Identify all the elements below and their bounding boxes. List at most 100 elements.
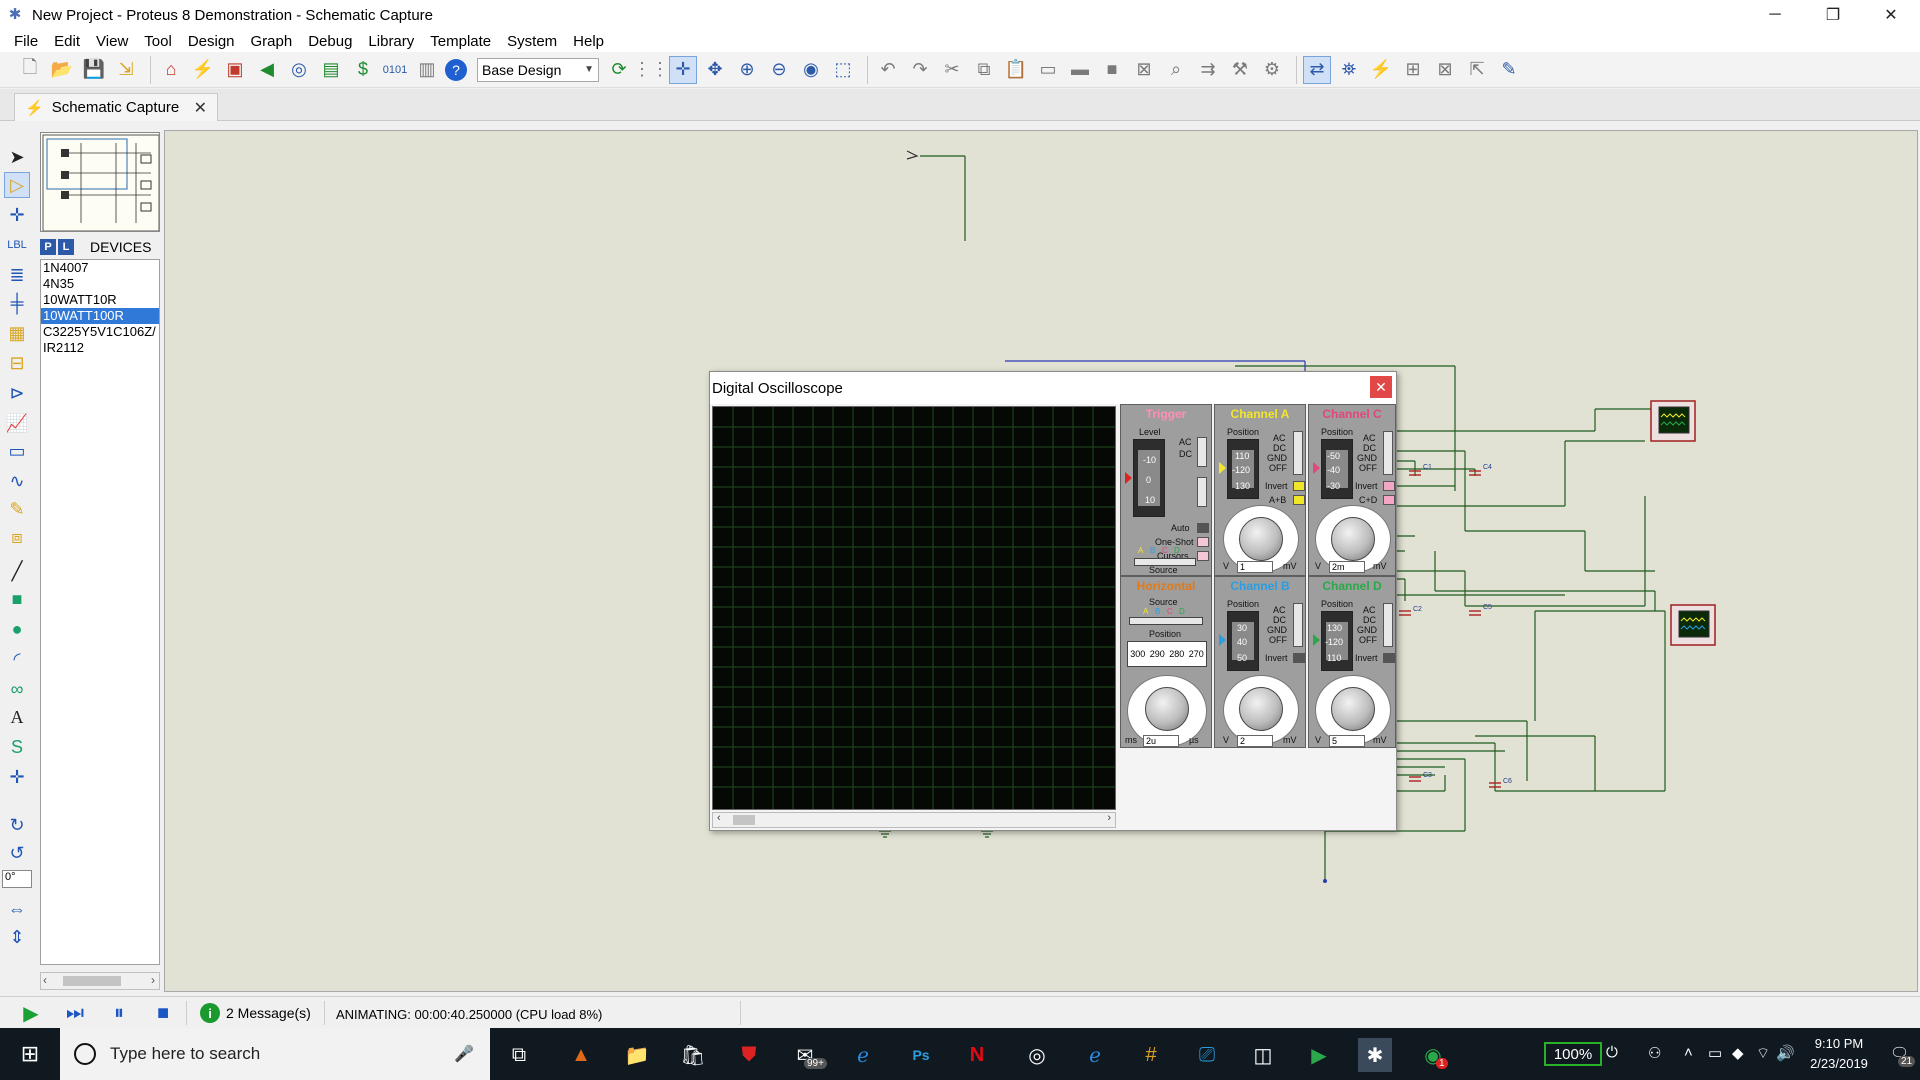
channel-a-coupling-switch[interactable] (1293, 431, 1303, 475)
app-icon[interactable]: ◫ (1246, 1038, 1280, 1072)
zoom-area-icon[interactable]: ⬚ (829, 56, 857, 84)
redo-icon[interactable]: ↷ (906, 56, 934, 84)
taskbar-search-box[interactable]: Type here to search 🎤 (60, 1028, 490, 1080)
menu-help[interactable]: Help (565, 33, 612, 50)
open-folder-icon[interactable]: 📂 (48, 56, 76, 84)
zoom-in-icon[interactable]: ⊕ (733, 56, 761, 84)
devices-horizontal-scrollbar[interactable]: ‹ › (40, 972, 160, 990)
text-script-icon[interactable]: ≣ (4, 262, 30, 288)
channel-d-invert-button[interactable] (1383, 653, 1395, 663)
paste-icon[interactable]: 📋 (1002, 56, 1030, 84)
gerber-icon[interactable]: ◀ (253, 56, 281, 84)
remove-sheet-icon[interactable]: ⊠ (1431, 56, 1459, 84)
refresh-icon[interactable]: ⟳ (605, 56, 633, 84)
menu-debug[interactable]: Debug (300, 33, 360, 50)
coupling-switch[interactable] (1197, 437, 1207, 467)
zoom-all-icon[interactable]: ◉ (797, 56, 825, 84)
file-explorer-icon[interactable]: 📁 (620, 1038, 654, 1072)
text-icon[interactable]: A (4, 704, 30, 730)
rotate-clockwise-icon[interactable]: ↻ (4, 812, 30, 838)
dropbox-icon[interactable]: ◆ (1732, 1044, 1744, 1062)
channel-c-volts-knob[interactable] (1331, 517, 1375, 561)
channel-d-volts-knob[interactable] (1331, 687, 1375, 731)
symbol-icon[interactable]: S (4, 734, 30, 760)
path-icon[interactable]: ∞ (4, 676, 30, 702)
terminals-icon[interactable]: ⊟ (4, 350, 30, 376)
menu-design[interactable]: Design (180, 33, 243, 50)
close-button[interactable]: ✕ (1862, 0, 1920, 30)
oscilloscope-titlebar[interactable]: Digital Oscilloscope ✕ (710, 372, 1396, 404)
packaging-tool-icon[interactable]: ⚒ (1226, 56, 1254, 84)
pause-button[interactable]: ⏸ (106, 1001, 132, 1025)
mirror-x-icon[interactable]: ⇔ (4, 896, 30, 922)
channel-c-combine-button[interactable] (1383, 495, 1395, 505)
chevron-up-icon[interactable]: ˄ (1684, 1044, 1693, 1061)
design-variant-select[interactable]: Base Design ▼ (477, 57, 599, 82)
channel-a-invert-button[interactable] (1293, 481, 1305, 491)
selection-mode-icon[interactable]: ➤ (4, 144, 30, 170)
remote-desktop-icon[interactable]: ⎚ (1190, 1038, 1224, 1072)
maximize-button[interactable]: ❐ (1804, 0, 1862, 30)
internet-explorer-icon[interactable]: ℯ (846, 1038, 880, 1072)
oscilloscope-instrument-1[interactable] (1650, 400, 1696, 442)
scrollbar-thumb[interactable] (733, 815, 755, 825)
channel-a-combine-button[interactable] (1293, 495, 1305, 505)
library-manager-button[interactable]: L (58, 239, 74, 255)
block-rotate-icon[interactable]: ■ (1098, 56, 1126, 84)
pick-devices-button[interactable]: P (40, 239, 56, 255)
tape-recorder-icon[interactable]: ▭ (4, 438, 30, 464)
media-player-icon[interactable]: ▶ (1302, 1038, 1336, 1072)
menu-graph[interactable]: Graph (243, 33, 301, 50)
matlab-icon[interactable]: ▲ (564, 1038, 598, 1072)
play-button[interactable]: ▶ (18, 1001, 44, 1025)
bom-icon[interactable]: ▤ (317, 56, 345, 84)
block-copy-icon[interactable]: ▭ (1034, 56, 1062, 84)
junction-dot-icon[interactable]: ✛ (4, 202, 30, 228)
battery-icon[interactable]: ▭ (1708, 1044, 1722, 1062)
source-code-icon[interactable]: 0101 (381, 56, 409, 84)
slack-icon[interactable]: # (1134, 1038, 1168, 1072)
trigger-source-slider[interactable] (1134, 558, 1196, 566)
component-mode-icon[interactable]: ▷ (4, 172, 30, 198)
scrollbar-thumb[interactable] (63, 976, 121, 986)
help-icon[interactable]: ? (445, 58, 467, 81)
channel-b-volts-knob[interactable] (1239, 687, 1283, 731)
battery-percentage[interactable]: 100% (1544, 1042, 1602, 1066)
pick-device-icon[interactable]: ⌕ (1162, 56, 1190, 84)
plug-icon[interactable]: ⏻ (1606, 1044, 1618, 1061)
microphone-icon[interactable]: 🎤 (454, 1044, 474, 1064)
edge-icon[interactable]: ℯ (1078, 1038, 1112, 1072)
edge-switch[interactable] (1197, 477, 1207, 507)
wifi-icon[interactable]: ⌔ (1756, 1044, 1770, 1063)
zoom-out-icon[interactable]: ⊖ (765, 56, 793, 84)
cursors-button[interactable] (1197, 551, 1209, 561)
messages-indicator[interactable]: i 2 Message(s) (200, 1001, 311, 1025)
menu-view[interactable]: View (88, 33, 136, 50)
decompose-icon[interactable]: ⚙ (1258, 56, 1286, 84)
generator-icon[interactable]: ∿ (4, 468, 30, 494)
channel-d-coupling-switch[interactable] (1383, 603, 1393, 647)
search-tag-icon[interactable]: ⛯ (1335, 56, 1363, 84)
store-icon[interactable]: 🛍 (676, 1038, 710, 1072)
one-shot-button[interactable] (1197, 537, 1209, 547)
device-item[interactable]: 1N4007 (41, 260, 159, 276)
menu-edit[interactable]: Edit (46, 33, 88, 50)
box-icon[interactable]: ■ (4, 586, 30, 612)
digital-oscilloscope-window[interactable]: Digital Oscilloscope ✕ ‹ › Trigger Level… (709, 371, 1397, 831)
schematic-canvas[interactable]: U4 U5 U6 D1 D2 D3 C1 C2 C3 C4 C5 C6 (164, 130, 1918, 992)
oscilloscope-screen[interactable] (712, 406, 1116, 810)
device-item[interactable]: 10WATT10R (41, 292, 159, 308)
block-move-icon[interactable]: ▬ (1066, 56, 1094, 84)
subcircuit-icon[interactable]: ▦ (4, 320, 30, 346)
arc-icon[interactable]: ◜ (4, 646, 30, 672)
clock[interactable]: 9:10 PM 2/23/2019 (1794, 1034, 1884, 1074)
cut-icon[interactable]: ✂ (938, 56, 966, 84)
line-icon[interactable]: ╱ (4, 558, 30, 584)
netflix-icon[interactable]: N (960, 1038, 994, 1072)
channel-a-volts-knob[interactable] (1239, 517, 1283, 561)
scroll-right-icon[interactable]: › (1107, 812, 1111, 824)
property-assignment-icon[interactable]: ⚡ (1367, 56, 1395, 84)
horizontal-source-slider[interactable] (1129, 617, 1203, 625)
menu-library[interactable]: Library (360, 33, 422, 50)
buses-icon[interactable]: ╪ (4, 290, 30, 316)
